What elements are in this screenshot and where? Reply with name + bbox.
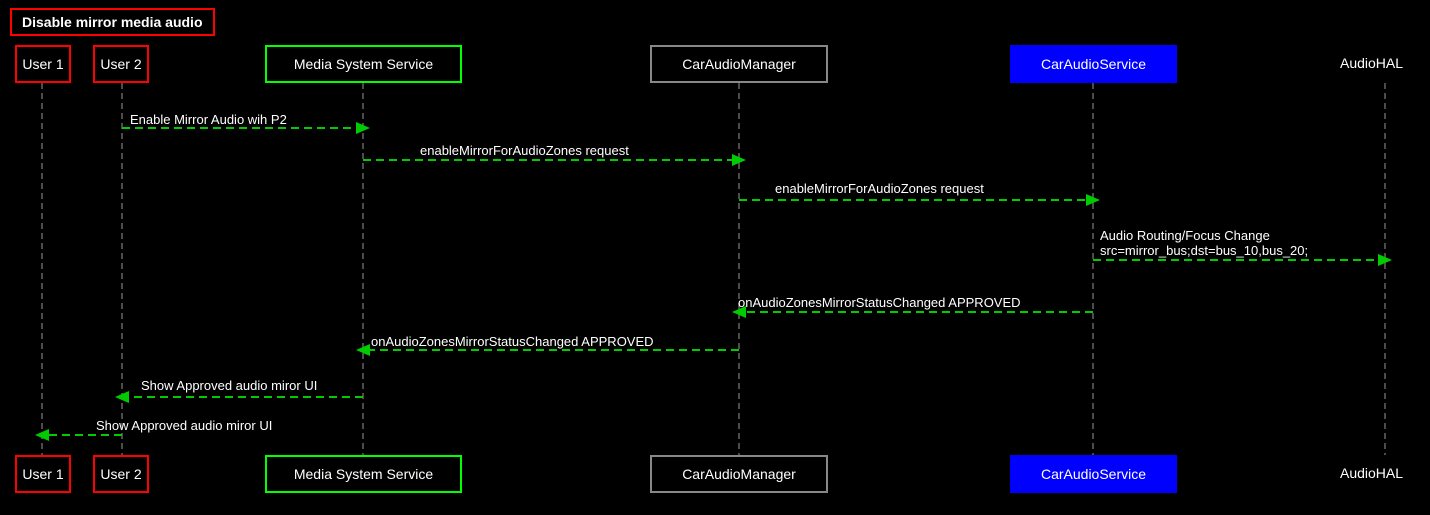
message-label-4: Audio Routing/Focus Change src=mirror_bu… [1100,228,1308,258]
message-label-8: Show Approved audio miror UI [96,418,272,433]
message-label-2: enableMirrorForAudioZones request [420,143,629,158]
message-label-6: onAudioZonesMirrorStatusChanged APPROVED [371,334,654,349]
message-label-3: enableMirrorForAudioZones request [775,181,984,196]
message-label-5: onAudioZonesMirrorStatusChanged APPROVED [738,295,1021,310]
message-label-1: Enable Mirror Audio wih P2 [130,112,287,127]
message-label-7: Show Approved audio miror UI [141,378,317,393]
